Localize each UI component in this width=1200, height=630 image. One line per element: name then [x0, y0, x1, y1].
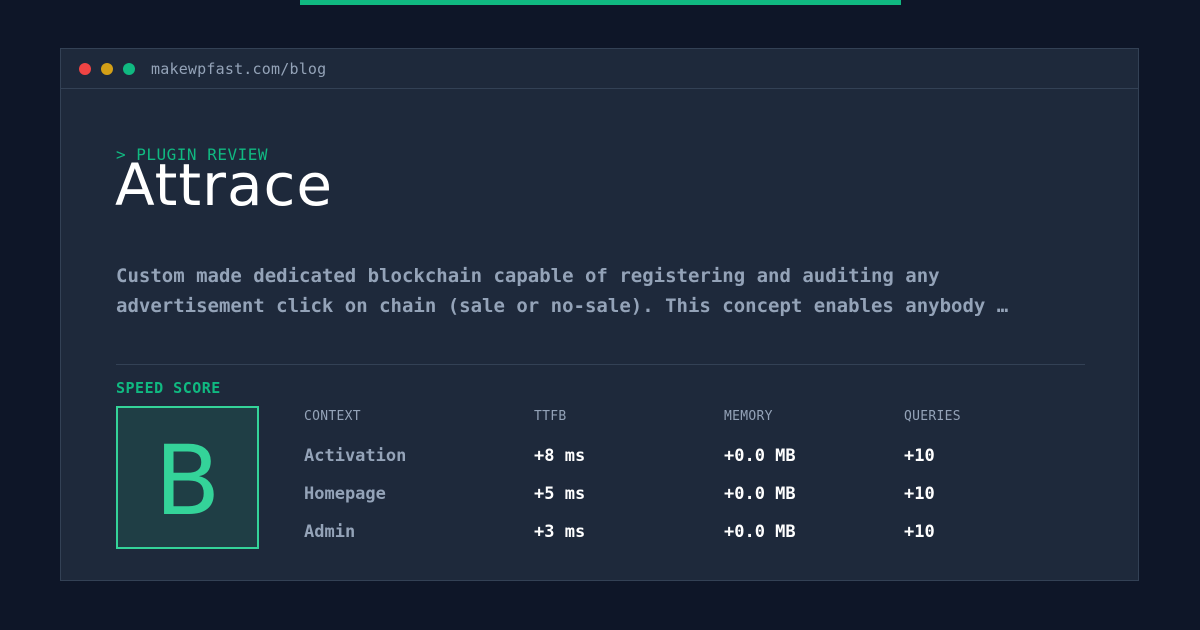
row-activation-ttfb: +8 ms	[534, 446, 586, 466]
row-homepage-memory: +0.0 MB	[724, 484, 796, 504]
close-dot-icon[interactable]	[79, 62, 91, 75]
address-url[interactable]: makewpfast.com/blog	[151, 60, 326, 78]
header-memory: MEMORY	[724, 409, 773, 424]
minimize-dot-icon[interactable]	[101, 62, 113, 75]
row-homepage-queries: +10	[904, 484, 935, 504]
row-homepage-context: Homepage	[304, 484, 386, 504]
plugin-description: Custom made dedicated blockchain capable…	[116, 265, 1009, 317]
section-divider	[116, 364, 1085, 365]
row-admin-ttfb: +3 ms	[534, 522, 586, 542]
page-title: Attrace	[115, 151, 334, 219]
browser-window: makewpfast.com/blog > PLUGIN REVIEW Attr…	[60, 48, 1139, 581]
row-homepage-ttfb: +5 ms	[534, 484, 586, 504]
row-admin-memory: +0.0 MB	[724, 522, 796, 542]
speed-score-label: SPEED SCORE	[116, 379, 221, 397]
header-queries: QUERIES	[904, 409, 961, 424]
maximize-dot-icon[interactable]	[123, 62, 135, 75]
row-activation-context: Activation	[304, 446, 407, 466]
speed-grade-box: B	[116, 406, 259, 549]
row-activation-queries: +10	[904, 446, 935, 466]
header-context: CONTEXT	[304, 409, 361, 424]
speed-grade: B	[154, 424, 221, 537]
row-admin-queries: +10	[904, 522, 935, 542]
header-ttfb: TTFB	[534, 409, 567, 424]
window-titlebar: makewpfast.com/blog	[61, 49, 1138, 89]
row-admin-context: Admin	[304, 522, 356, 542]
top-accent-bar	[300, 0, 901, 5]
row-activation-memory: +0.0 MB	[724, 446, 796, 466]
